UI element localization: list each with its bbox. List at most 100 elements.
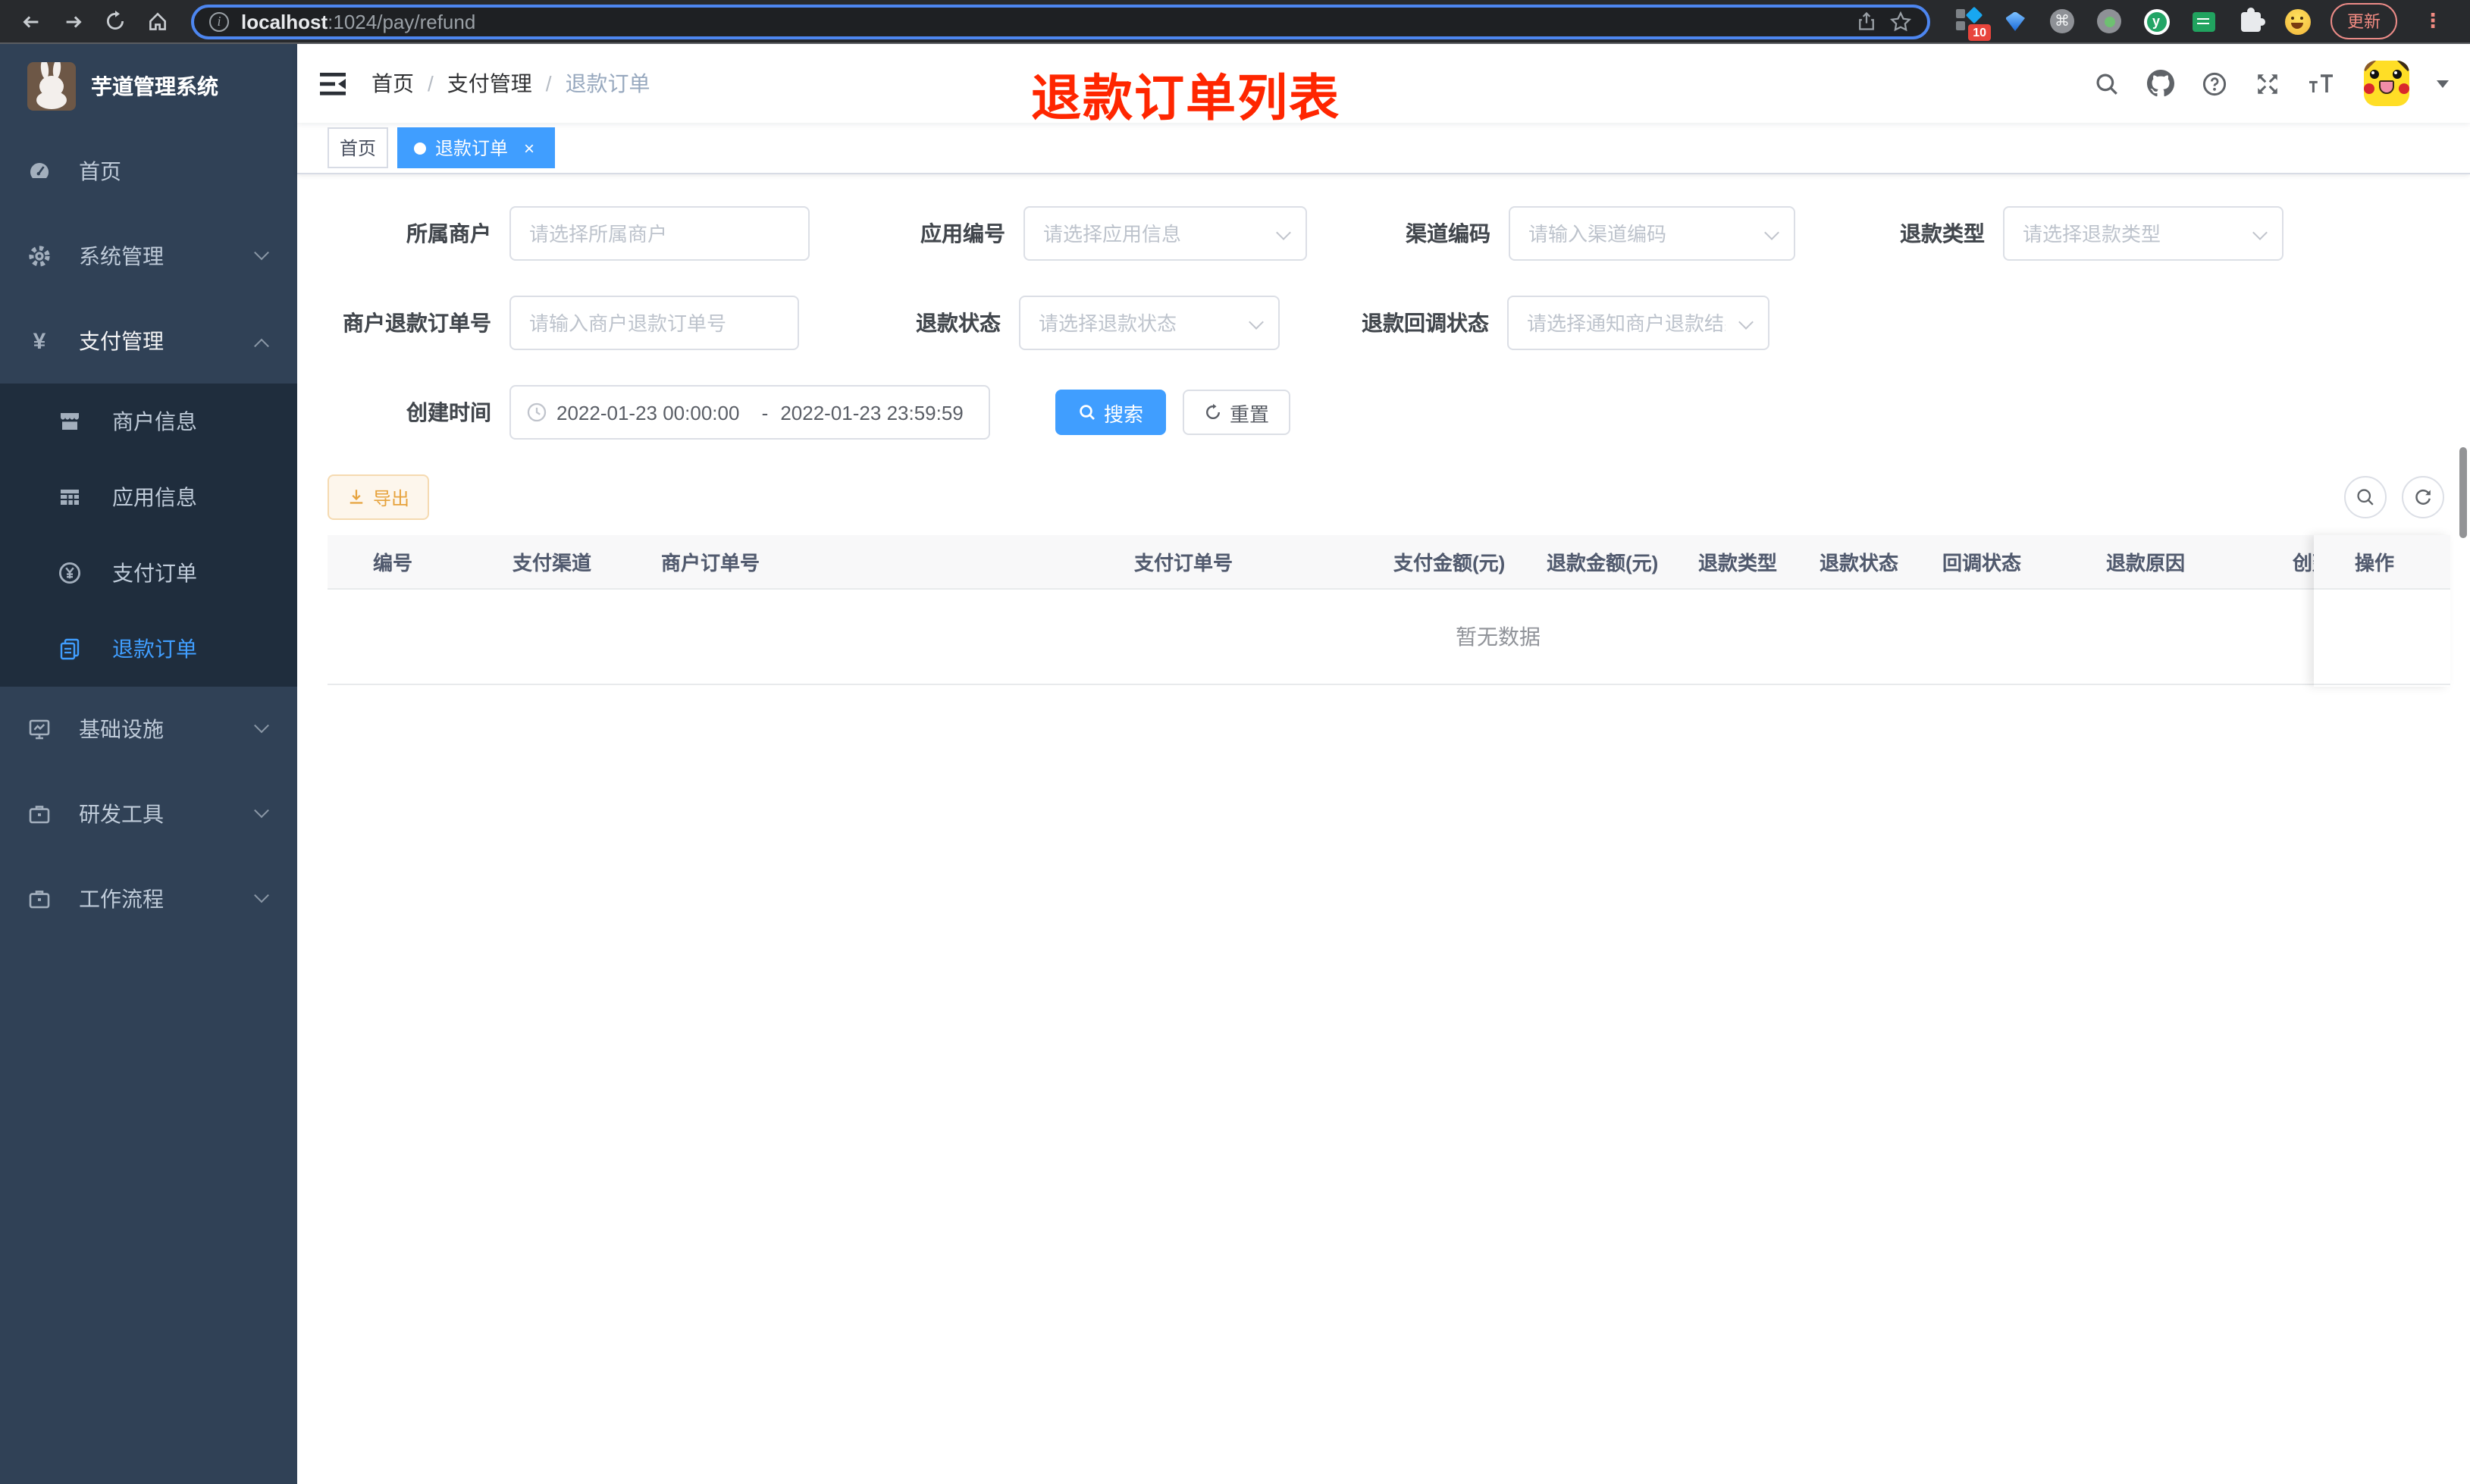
github-icon[interactable] — [2147, 70, 2174, 97]
refresh-button[interactable] — [2402, 476, 2444, 518]
browser-menu-dots-icon[interactable]: ⋮ — [2417, 9, 2449, 33]
extension-y-icon[interactable] — [2142, 8, 2170, 35]
sidebar-item-workflow[interactable]: 工作流程 — [0, 856, 297, 941]
sidebar-item-home[interactable]: 首页 — [0, 129, 297, 214]
breadcrumb-payment[interactable]: 支付管理 — [447, 68, 532, 99]
help-icon[interactable] — [2202, 70, 2227, 96]
top-navbar: 首页 / 支付管理 / 退款订单 退款订单列表 — [297, 44, 2470, 126]
merchant-select-input[interactable] — [509, 206, 810, 261]
screen: i localhost:1024/pay/refund 10 更新 ⋮ — [0, 0, 2470, 1484]
sidebar-item-label: 首页 — [79, 159, 121, 183]
chevron-up-icon — [254, 337, 269, 353]
channel-code-select[interactable] — [1509, 206, 1795, 261]
export-button[interactable]: 导出 — [328, 474, 430, 520]
field-label: 退款状态 — [916, 311, 1001, 335]
navbar-actions — [2094, 61, 2470, 106]
app-select[interactable] — [1023, 206, 1307, 261]
sidebar-item-devtools[interactable]: 研发工具 — [0, 772, 297, 856]
search-icon[interactable] — [2094, 70, 2120, 96]
sidebar: 芋道管理系统 首页 系统管理 ¥ 支付管理 商户信息 应用信息 支付订单 退款订… — [0, 44, 297, 1484]
filter-row-3: 创建时间 2022-01-23 00:00:00 - 2022-01-23 23… — [328, 385, 2450, 440]
sidebar-item-label: 支付管理 — [79, 329, 164, 353]
extensions-puzzle-icon[interactable] — [2236, 7, 2265, 35]
field-label: 应用编号 — [920, 221, 1005, 246]
column-header: 编号 — [373, 552, 413, 575]
profile-emoji-icon[interactable] — [2283, 8, 2311, 35]
chevron-down-icon — [254, 887, 269, 903]
browser-update-button[interactable]: 更新 — [2331, 3, 2397, 39]
breadcrumb-home[interactable]: 首页 — [371, 68, 414, 99]
dashboard-gauge-icon — [27, 159, 52, 183]
search-button[interactable]: 搜索 — [1055, 390, 1166, 435]
caret-down-icon[interactable] — [2437, 80, 2449, 87]
app-title: 芋道管理系统 — [91, 74, 218, 99]
field-label: 商户退款订单号 — [343, 311, 491, 335]
extension-blocker-icon[interactable]: 10 — [1954, 6, 1991, 41]
column-header: 退款状态 — [1820, 552, 1899, 575]
filter-row-1: 所属商户 应用编号 渠道编码 退款类型 — [328, 206, 2450, 261]
page-content: 所属商户 应用编号 渠道编码 退款类型 — [297, 174, 2470, 1484]
extension-gem-icon[interactable] — [2001, 8, 2029, 35]
field-label: 所属商户 — [406, 221, 491, 246]
sidebar-item-label: 工作流程 — [79, 887, 164, 911]
field-label: 退款回调状态 — [1362, 311, 1489, 335]
sidebar-item-merchant-info[interactable]: 商户信息 — [0, 384, 297, 459]
sidebar-item-infra[interactable]: 基础设施 — [0, 687, 297, 772]
user-avatar[interactable] — [2364, 61, 2409, 106]
field-label: 退款类型 — [1900, 221, 1985, 246]
monitor-icon — [27, 717, 52, 741]
reset-button[interactable]: 重置 — [1183, 390, 1290, 435]
home-icon[interactable] — [139, 3, 176, 39]
column-header: 创建时间 — [2293, 552, 2314, 575]
column-header: 支付订单号 — [1134, 552, 1233, 575]
range-end-value[interactable]: 2022-01-23 23:59:59 — [780, 401, 973, 424]
close-icon[interactable] — [520, 139, 538, 157]
sidebar-item-payment[interactable]: ¥ 支付管理 — [0, 299, 297, 384]
chevron-down-icon — [254, 802, 269, 818]
yen-icon: ¥ — [33, 328, 46, 354]
url-text[interactable]: localhost:1024/pay/refund — [241, 10, 1844, 33]
sidebar-item-system[interactable]: 系统管理 — [0, 214, 297, 299]
refund-status-select[interactable] — [1019, 296, 1280, 350]
refund-callback-status-select[interactable] — [1507, 296, 1769, 350]
chevron-down-icon — [254, 717, 269, 733]
extension-chat-icon[interactable] — [2189, 8, 2217, 35]
page-info-icon[interactable]: i — [209, 11, 229, 31]
briefcase-icon — [27, 802, 52, 826]
reload-icon[interactable] — [97, 3, 133, 39]
tab-home[interactable]: 首页 — [328, 127, 389, 168]
gear-icon — [27, 244, 52, 268]
sidebar-item-pay-order[interactable]: 支付订单 — [0, 535, 297, 611]
tab-refund-order[interactable]: 退款订单 — [397, 127, 556, 168]
extension-command-icon[interactable] — [2048, 8, 2076, 35]
create-time-range-picker[interactable]: 2022-01-23 00:00:00 - 2022-01-23 23:59:5… — [509, 385, 990, 440]
field-label: 创建时间 — [406, 400, 491, 424]
show-search-toggle-button[interactable] — [2344, 476, 2387, 518]
back-icon[interactable] — [12, 3, 49, 39]
forward-icon[interactable] — [55, 3, 91, 39]
fullscreen-icon[interactable] — [2255, 70, 2280, 96]
app-logo[interactable]: 芋道管理系统 — [0, 44, 297, 129]
table-header-row: 编号 支付渠道 商户订单号 支付订单号 支付金额(元) 退款金额(元) 退款类型… — [328, 535, 2450, 590]
refund-type-select[interactable] — [2003, 206, 2283, 261]
bookmark-star-icon[interactable] — [1889, 10, 1912, 33]
url-bar[interactable]: i localhost:1024/pay/refund — [191, 4, 1930, 39]
breadcrumb-separator: / — [545, 71, 552, 95]
extension-dot-icon[interactable] — [2095, 8, 2123, 35]
merchant-refund-no-input[interactable] — [509, 296, 799, 350]
sidebar-item-label: 退款订单 — [112, 637, 197, 661]
font-size-icon[interactable] — [2308, 72, 2337, 95]
yen-circle-icon — [58, 561, 82, 585]
tags-view-bar: 首页 退款订单 — [297, 123, 2470, 174]
share-icon[interactable] — [1856, 11, 1877, 32]
sidebar-item-label: 支付订单 — [112, 561, 197, 585]
sidebar-collapse-icon[interactable] — [297, 70, 371, 96]
scrollbar-thumb[interactable] — [2459, 447, 2467, 538]
column-header: 支付渠道 — [512, 552, 592, 575]
logo-rabbit-image — [27, 62, 76, 111]
sidebar-item-refund-order[interactable]: 退款订单 — [0, 611, 297, 687]
shop-icon — [58, 409, 82, 434]
sidebar-item-label: 商户信息 — [112, 409, 197, 434]
sidebar-item-app-info[interactable]: 应用信息 — [0, 459, 297, 535]
range-start-value[interactable]: 2022-01-23 00:00:00 — [556, 401, 750, 424]
